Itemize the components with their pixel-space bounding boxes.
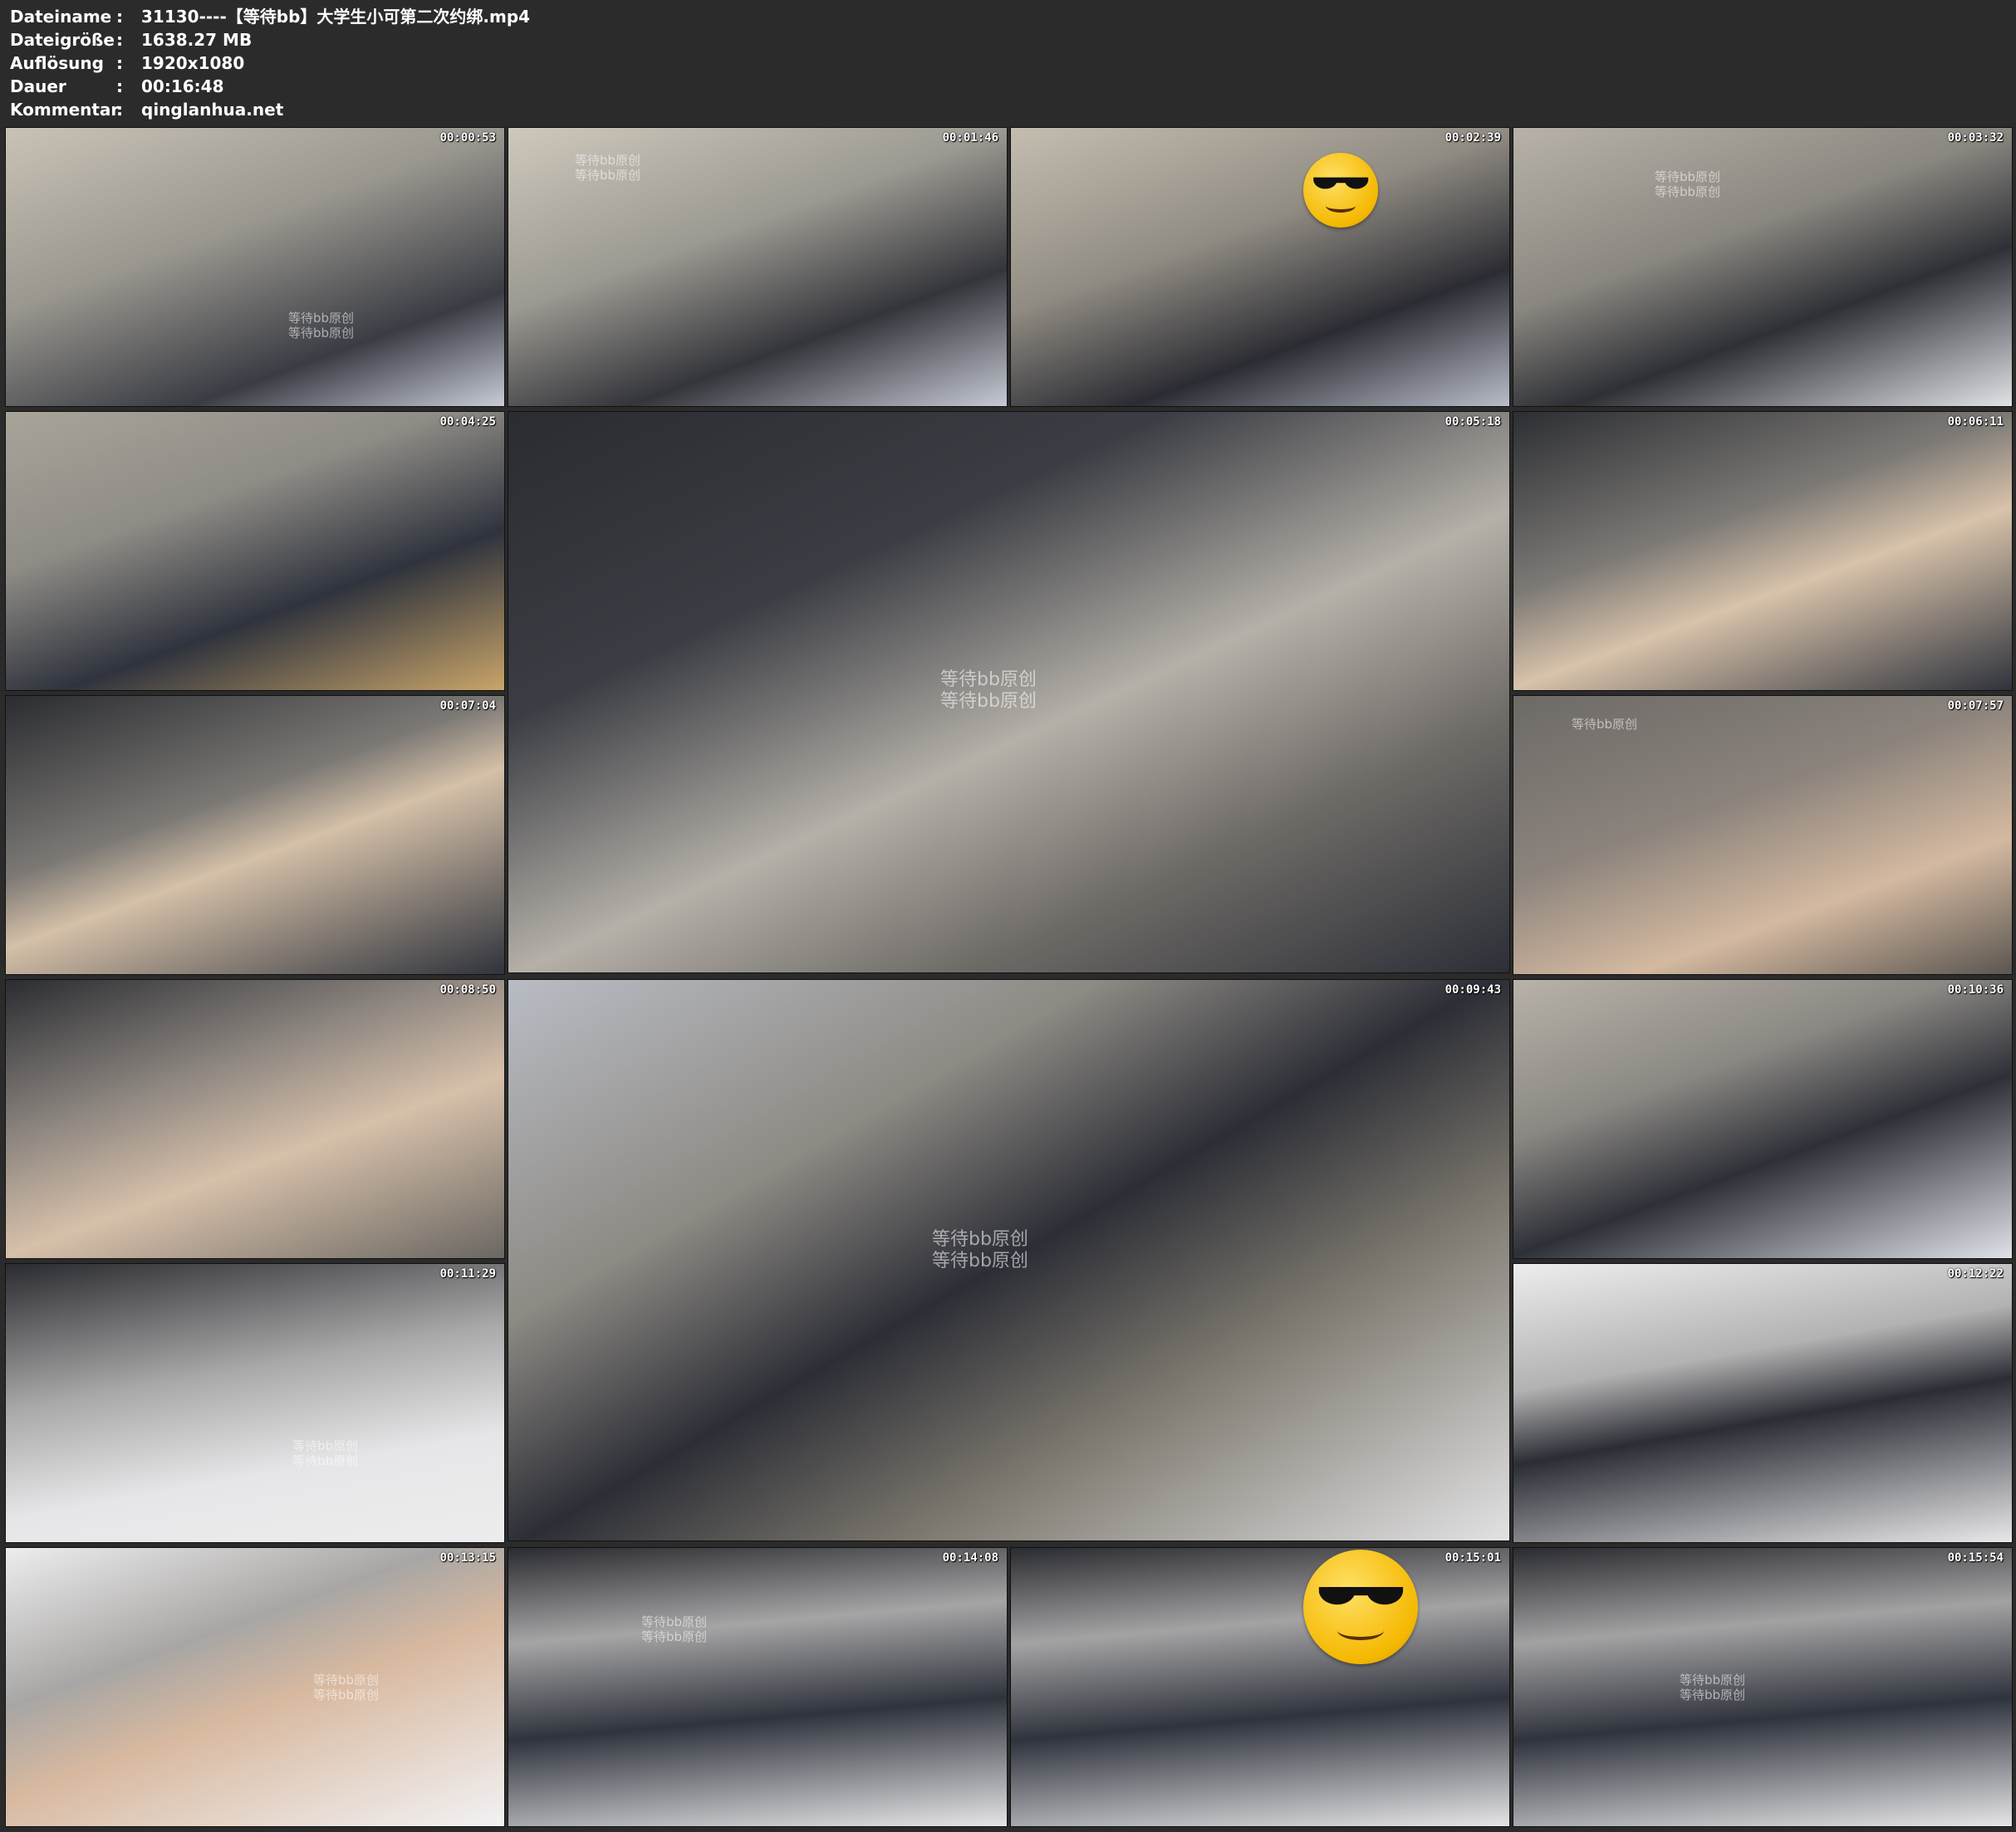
timestamp: 00:07:57	[1947, 699, 2004, 713]
duration-value: 00:16:48	[141, 76, 224, 96]
watermark: 等待bb原创	[1572, 717, 1638, 732]
timestamp: 00:11:29	[439, 1267, 496, 1281]
thumbnail-frame[interactable]: 00:01:46 等待bb原创 等待bb原创	[508, 127, 1008, 407]
watermark: 等待bb原创 等待bb原创	[1655, 169, 1721, 199]
timestamp: 00:14:08	[942, 1551, 998, 1565]
timestamp: 00:15:54	[1947, 1551, 2004, 1565]
header-row-resolution: Auflösung : 1920x1080	[10, 51, 530, 75]
watermark: 等待bb原创 等待bb原创	[292, 1438, 359, 1468]
thumbnail-frame[interactable]: 00:13:15 等待bb原创 等待bb原创	[5, 1547, 505, 1827]
timestamp: 00:12:22	[1947, 1267, 2004, 1281]
timestamp: 00:02:39	[1445, 131, 1501, 145]
duration-colon: :	[116, 76, 123, 96]
timestamp: 00:15:01	[1445, 1551, 1501, 1565]
thumbnail-frame[interactable]: 00:15:54 等待bb原创 等待bb原创	[1513, 1547, 2013, 1827]
thumbnail-frame[interactable]: 00:07:04	[5, 695, 505, 975]
watermark: 等待bb原创 等待bb原创	[1680, 1673, 1746, 1702]
timestamp: 00:08:50	[439, 983, 496, 997]
resolution-colon: :	[116, 53, 123, 73]
filesize-value: 1638.27 MB	[141, 30, 253, 50]
thumbnail-frame[interactable]: 00:04:25	[5, 411, 505, 691]
timestamp: 00:04:25	[439, 415, 496, 429]
thumbnail-frame[interactable]: 00:10:36	[1513, 979, 2013, 1259]
timestamp: 00:07:04	[439, 699, 496, 713]
comment-colon: :	[116, 100, 123, 120]
filesize-label: Dateigröße	[10, 30, 115, 50]
watermark: 等待bb原创 等待bb原创	[940, 669, 1037, 712]
thumbnail-frame[interactable]: 00:15:01	[1010, 1547, 1510, 1827]
file-info-header: Dateiname : 31130----【等待bb】大学生小可第二次约绑.mp…	[10, 5, 530, 121]
timestamp: 00:13:15	[439, 1551, 496, 1565]
watermark: 等待bb原创 等待bb原创	[641, 1614, 708, 1644]
thumbnail-frame[interactable]: 00:00:53 等待bb原创 等待bb原创	[5, 127, 505, 407]
header-row-comment: Kommentar : qinglanhua.net	[10, 98, 530, 121]
sunglasses-emoji-icon	[1303, 1550, 1418, 1664]
timestamp: 00:05:18	[1445, 415, 1501, 429]
thumbnail-frame[interactable]: 00:07:57 等待bb原创	[1513, 695, 2013, 975]
thumbnail-frame[interactable]: 00:11:29 等待bb原创 等待bb原创	[5, 1263, 505, 1543]
watermark: 等待bb原创 等待bb原创	[575, 153, 641, 183]
timestamp: 00:01:46	[942, 131, 998, 145]
watermark: 等待bb原创 等待bb原创	[313, 1673, 380, 1702]
thumbnail-frame[interactable]: 00:03:32 等待bb原创 等待bb原创	[1513, 127, 2013, 407]
comment-label: Kommentar	[10, 100, 120, 120]
filesize-colon: :	[116, 30, 123, 50]
duration-label: Dauer	[10, 76, 66, 96]
timestamp: 00:09:43	[1445, 983, 1501, 997]
thumbnail-frame-large[interactable]: 00:05:18 等待bb原创 等待bb原创	[508, 411, 1510, 973]
filename-value: 31130----【等待bb】大学生小可第二次约绑.mp4	[141, 7, 531, 27]
thumbnail-frame[interactable]: 00:06:11	[1513, 411, 2013, 691]
header-row-filesize: Dateigröße : 1638.27 MB	[10, 28, 530, 51]
timestamp: 00:06:11	[1947, 415, 2004, 429]
resolution-label: Auflösung	[10, 53, 104, 73]
thumbnail-frame[interactable]: 00:08:50	[5, 979, 505, 1259]
watermark: 等待bb原创 等待bb原创	[932, 1229, 1028, 1271]
thumbnail-frame[interactable]: 00:14:08 等待bb原创 等待bb原创	[508, 1547, 1008, 1827]
timestamp: 00:10:36	[1947, 983, 2004, 997]
filename-label: Dateiname	[10, 7, 112, 27]
comment-value: qinglanhua.net	[141, 100, 284, 120]
thumbnail-frame[interactable]: 00:02:39	[1010, 127, 1510, 407]
resolution-value: 1920x1080	[141, 53, 245, 73]
watermark: 等待bb原创 等待bb原创	[288, 311, 355, 340]
header-row-duration: Dauer : 00:16:48	[10, 75, 530, 98]
timestamp: 00:03:32	[1947, 131, 2004, 145]
timestamp: 00:00:53	[439, 131, 496, 145]
thumbnail-frame[interactable]: 00:12:22	[1513, 1263, 2013, 1543]
filename-colon: :	[116, 7, 123, 27]
thumbnail-frame-large[interactable]: 00:09:43 等待bb原创 等待bb原创	[508, 979, 1510, 1541]
sunglasses-emoji-icon	[1303, 153, 1378, 228]
header-row-filename: Dateiname : 31130----【等待bb】大学生小可第二次约绑.mp…	[10, 5, 530, 28]
